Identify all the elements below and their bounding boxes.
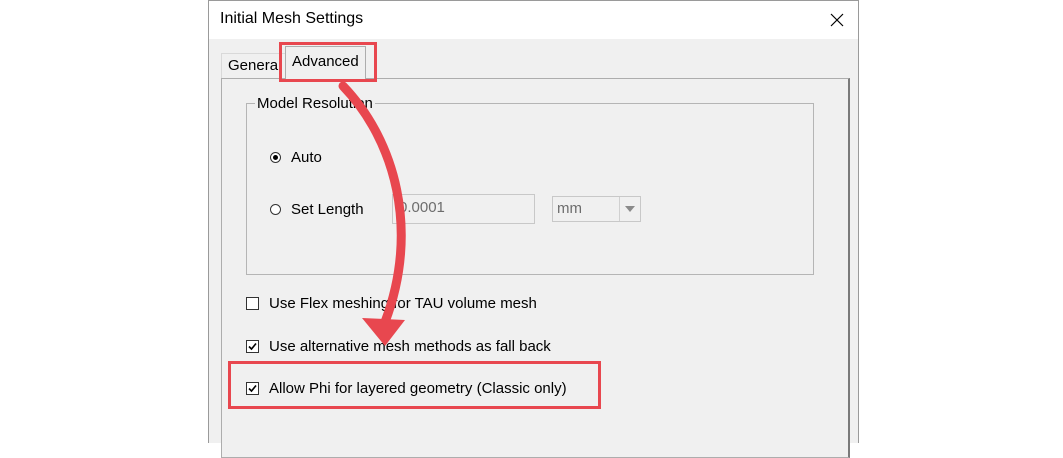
advanced-tab-panel: Model Resolution Auto Set Length 0.0001 … — [221, 78, 850, 458]
set-length-radio[interactable] — [270, 204, 281, 215]
auto-radio-option[interactable]: Auto — [270, 149, 322, 166]
chevron-down-icon[interactable] — [619, 197, 640, 221]
alt-methods-checkbox[interactable] — [246, 340, 259, 353]
alt-methods-option[interactable]: Use alternative mesh methods as fall bac… — [246, 338, 551, 355]
window-title: Initial Mesh Settings — [220, 10, 364, 27]
auto-radio-label: Auto — [291, 149, 322, 166]
checkmark-icon — [248, 342, 257, 351]
title-bar: Initial Mesh Settings — [209, 1, 858, 39]
model-resolution-legend: Model Resolution — [257, 95, 373, 112]
close-button[interactable] — [822, 5, 852, 35]
flex-meshing-checkbox[interactable] — [246, 297, 259, 310]
tab-general[interactable]: General — [221, 53, 288, 79]
allow-phi-checkbox[interactable] — [246, 382, 259, 395]
unit-select-value: mm — [557, 200, 582, 217]
set-length-radio-label: Set Length — [291, 201, 364, 218]
auto-radio[interactable] — [270, 152, 281, 163]
tab-advanced[interactable]: Advanced — [285, 46, 366, 79]
flex-meshing-label: Use Flex meshing for TAU volume mesh — [269, 295, 537, 312]
unit-select[interactable]: mm — [552, 196, 641, 222]
checkmark-icon — [248, 384, 257, 393]
flex-meshing-option[interactable]: Use Flex meshing for TAU volume mesh — [246, 295, 537, 312]
initial-mesh-settings-dialog: Initial Mesh Settings General Advanced M… — [208, 0, 859, 458]
set-length-radio-option[interactable]: Set Length — [270, 201, 364, 218]
alt-methods-label: Use alternative mesh methods as fall bac… — [269, 338, 551, 355]
close-icon — [830, 13, 844, 27]
length-input[interactable]: 0.0001 — [392, 194, 535, 224]
model-resolution-group: Model Resolution — [246, 95, 814, 275]
allow-phi-label: Allow Phi for layered geometry (Classic … — [269, 380, 567, 397]
allow-phi-option[interactable]: Allow Phi for layered geometry (Classic … — [246, 380, 567, 397]
